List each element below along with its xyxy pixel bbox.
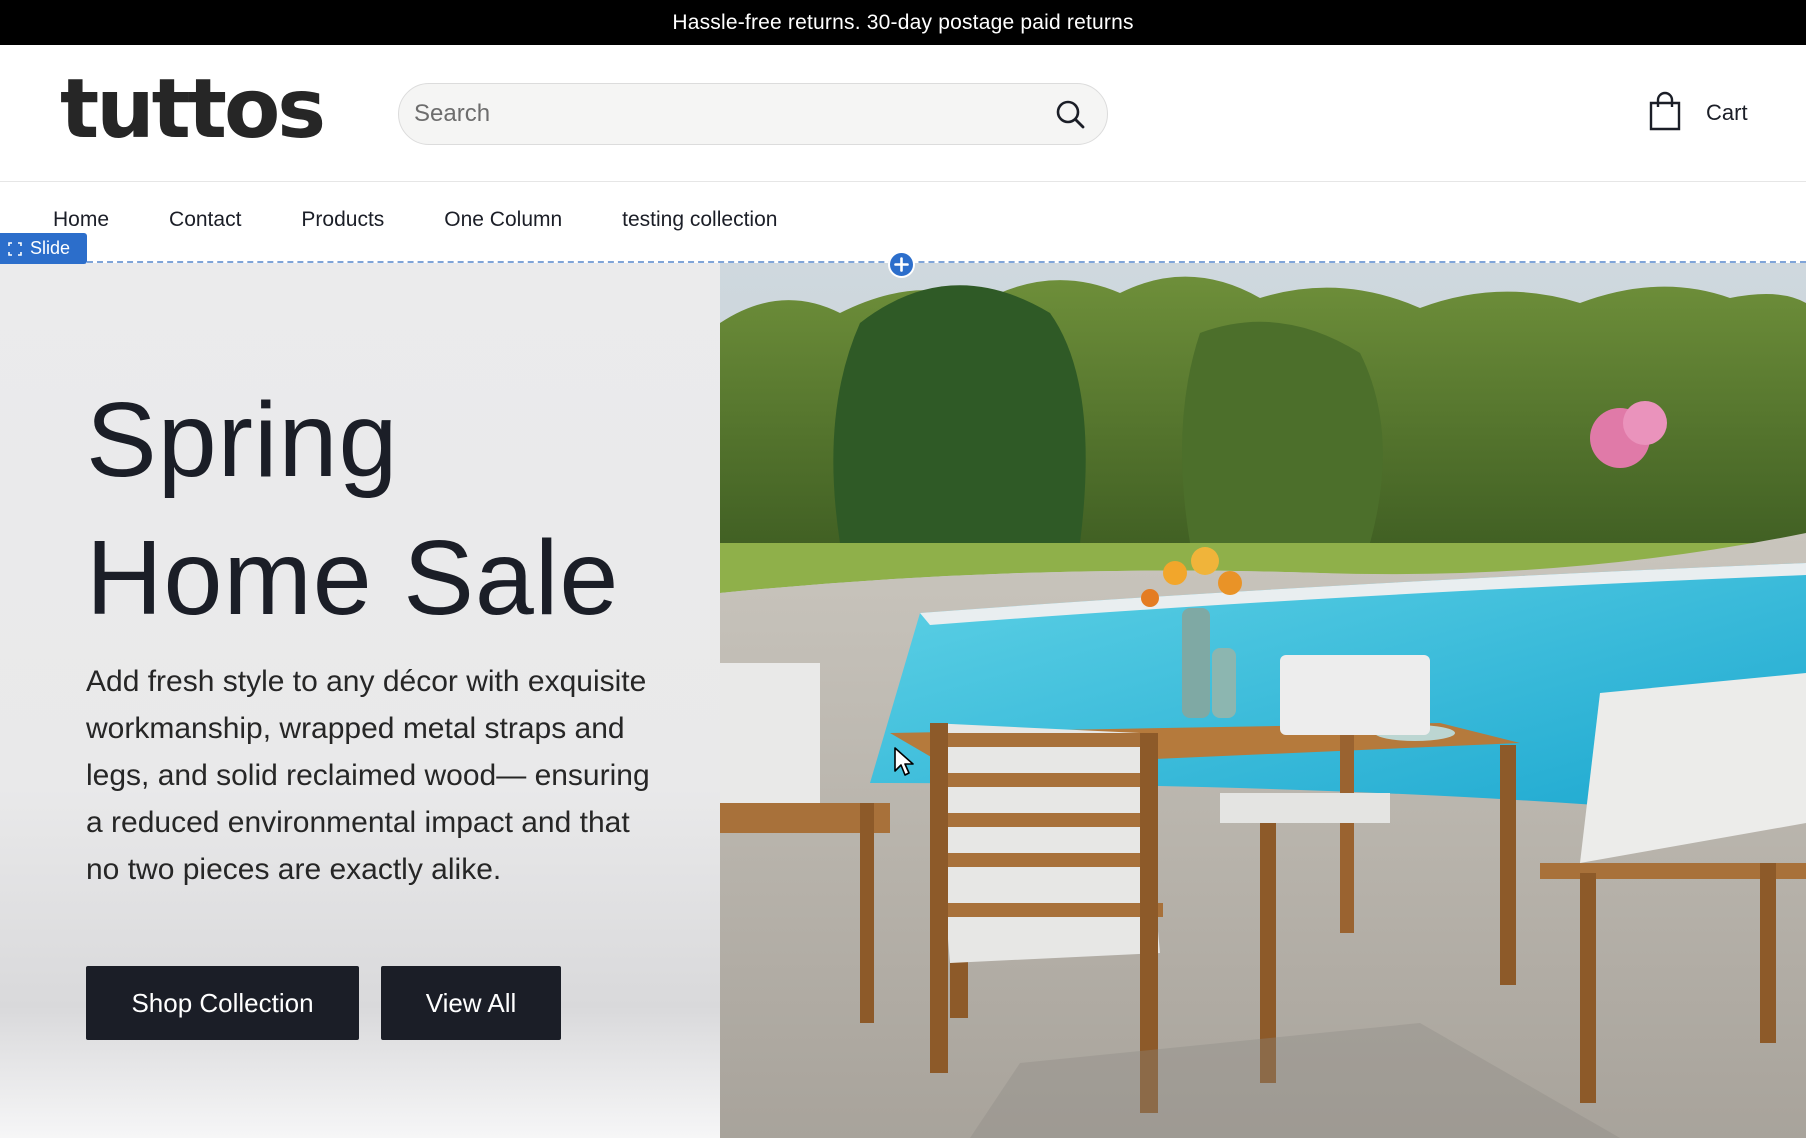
search-bar xyxy=(398,83,1108,145)
cart-link[interactable]: Cart xyxy=(1648,91,1748,135)
select-frame-icon xyxy=(8,241,22,256)
site-header: tuttos Cart xyxy=(0,45,1806,182)
nav-item-home[interactable]: Home xyxy=(53,208,109,232)
hero-image xyxy=(720,263,1806,1138)
view-all-button[interactable]: View All xyxy=(381,966,561,1040)
slide-section-tag[interactable]: Slide xyxy=(0,233,87,264)
mouse-pointer-icon xyxy=(894,747,914,776)
hero-title-line-2: Home Sale xyxy=(86,519,620,637)
search-icon[interactable] xyxy=(1053,97,1087,131)
hero-title-line-1: Spring xyxy=(86,381,399,499)
section-boundary-line xyxy=(87,261,1806,263)
shop-collection-button[interactable]: Shop Collection xyxy=(86,966,359,1040)
cart-label: Cart xyxy=(1706,100,1748,125)
nav-item-one-column[interactable]: One Column xyxy=(444,208,562,232)
nav-item-testing-collection[interactable]: testing collection xyxy=(622,208,777,232)
hero-text-panel: Spring Home Sale Add fresh style to any … xyxy=(0,263,720,1138)
patio-dining-set-by-pool-image xyxy=(720,263,1806,1138)
plus-icon xyxy=(894,257,909,272)
announcement-text: Hassle-free returns. 30-day postage paid… xyxy=(672,10,1134,34)
hero-description: Add fresh style to any décor with exquis… xyxy=(86,665,650,886)
announcement-bar: Hassle-free returns. 30-day postage paid… xyxy=(0,0,1806,45)
nav-item-products[interactable]: Products xyxy=(301,208,384,232)
store-logo[interactable]: tuttos xyxy=(60,69,326,151)
nav-item-contact[interactable]: Contact xyxy=(169,208,241,232)
hero-buttons: Shop Collection View All xyxy=(86,966,561,1040)
shopping-bag-icon xyxy=(1648,91,1682,136)
slide-tag-label: Slide xyxy=(30,238,71,258)
search-input[interactable] xyxy=(414,100,1053,128)
add-section-button[interactable] xyxy=(888,251,915,278)
hero-title: Spring Home Sale xyxy=(86,371,686,647)
